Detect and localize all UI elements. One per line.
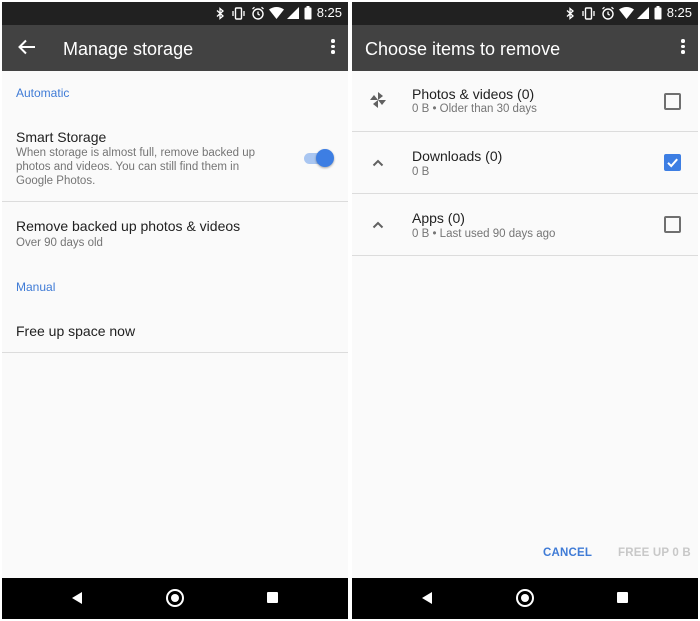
app-bar: Choose items to remove	[352, 25, 698, 71]
chevron-up-icon[interactable]	[368, 153, 388, 173]
battery-icon	[654, 6, 662, 20]
item-subtitle: 0 B • Older than 30 days	[412, 103, 537, 115]
remove-backed-up-subtitle: Over 90 days old	[16, 237, 103, 249]
item-title: Photos & videos (0)	[412, 86, 535, 102]
nav-back-icon[interactable]	[72, 592, 82, 604]
toggle-thumb	[316, 149, 334, 167]
bluetooth-icon	[216, 7, 224, 20]
navigation-bar	[352, 578, 698, 619]
wifi-icon	[269, 7, 284, 19]
divider	[352, 131, 698, 132]
status-bar: 8:25	[352, 2, 698, 25]
divider	[2, 352, 348, 353]
free-up-button[interactable]: FREE UP 0 B	[618, 547, 691, 559]
overflow-menu-icon[interactable]	[680, 39, 686, 57]
choose-items-screen: 8:25 Choose items to remove Photos & vid…	[352, 2, 698, 619]
smart-storage-title: Smart Storage	[16, 129, 107, 145]
status-bar: 8:25	[2, 2, 348, 25]
remove-backed-up-title: Remove backed up photos & videos	[16, 218, 241, 234]
smart-storage-description-line: When storage is almost full, remove back…	[16, 147, 256, 159]
battery-icon	[304, 6, 312, 20]
divider	[352, 193, 698, 194]
pinwheel-icon	[370, 92, 386, 108]
nav-back-icon[interactable]	[422, 592, 432, 604]
item-subtitle: 0 B	[412, 166, 430, 178]
smart-storage-description-line: Google Photos.	[16, 175, 96, 187]
nav-home-icon[interactable]	[166, 589, 184, 607]
smart-storage-toggle[interactable]	[304, 148, 334, 168]
item-title: Downloads (0)	[412, 148, 503, 164]
cancel-button[interactable]: CANCEL	[543, 547, 592, 559]
item-subtitle: 0 B • Last used 90 days ago	[412, 228, 556, 240]
divider	[2, 201, 348, 202]
checkmark-icon	[667, 158, 678, 168]
vibrate-icon	[232, 7, 245, 20]
free-up-space-title: Free up space now	[16, 323, 136, 339]
alarm-icon	[602, 6, 614, 20]
item-checkbox[interactable]	[664, 154, 681, 171]
nav-home-icon[interactable]	[516, 589, 534, 607]
divider	[352, 255, 698, 256]
app-bar: Manage storage	[2, 25, 348, 71]
signal-icon	[287, 7, 299, 19]
section-header-manual: Manual	[16, 280, 56, 294]
navigation-bar	[2, 578, 348, 619]
wifi-icon	[619, 7, 634, 19]
page-title: Choose items to remove	[365, 39, 561, 59]
signal-icon	[637, 7, 649, 19]
manage-storage-screen: 8:25 Manage storage Automatic Smart Stor…	[2, 2, 348, 619]
vibrate-icon	[582, 7, 595, 20]
smart-storage-description-line: photos and videos. You can still find th…	[16, 161, 240, 173]
item-title: Apps (0)	[412, 210, 465, 226]
item-checkbox[interactable]	[664, 93, 681, 110]
overflow-menu-icon[interactable]	[330, 39, 336, 57]
nav-recents-icon[interactable]	[267, 592, 278, 603]
item-checkbox[interactable]	[664, 216, 681, 233]
section-header-automatic: Automatic	[16, 86, 70, 100]
bluetooth-icon	[566, 7, 574, 20]
alarm-icon	[252, 6, 264, 20]
status-time: 8:25	[316, 5, 342, 20]
back-arrow-icon[interactable]	[15, 35, 39, 59]
chevron-up-icon[interactable]	[368, 215, 388, 235]
page-title: Manage storage	[63, 39, 194, 59]
nav-recents-icon[interactable]	[617, 592, 628, 603]
status-time: 8:25	[666, 5, 692, 20]
